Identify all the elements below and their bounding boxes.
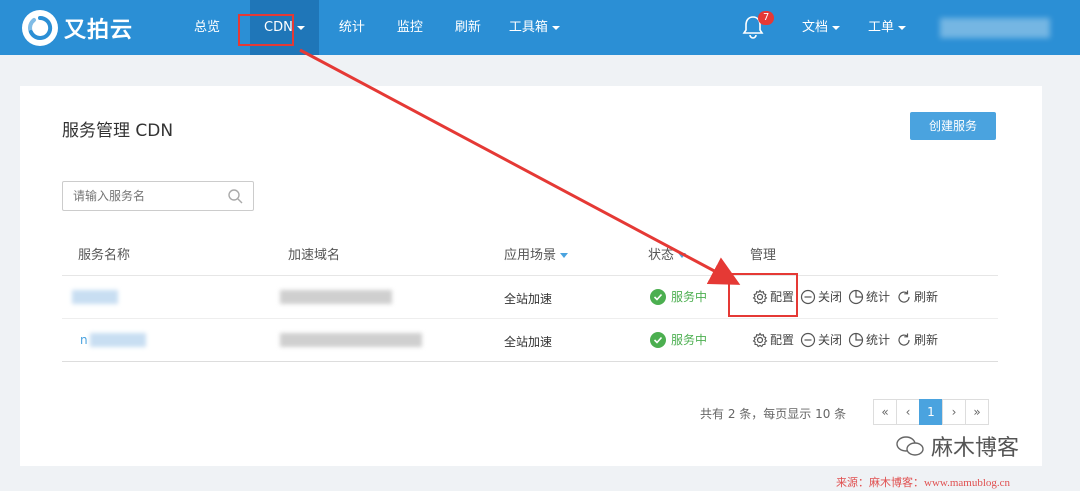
watermark: 麻木博客 bbox=[895, 430, 1019, 462]
source-credit: 来源：麻木博客：www.mamublog.cn bbox=[836, 477, 1011, 489]
watermark-text: 麻木博客 bbox=[931, 436, 1020, 461]
wechat-icon bbox=[896, 436, 924, 456]
annotation-arrow bbox=[299, 48, 741, 285]
